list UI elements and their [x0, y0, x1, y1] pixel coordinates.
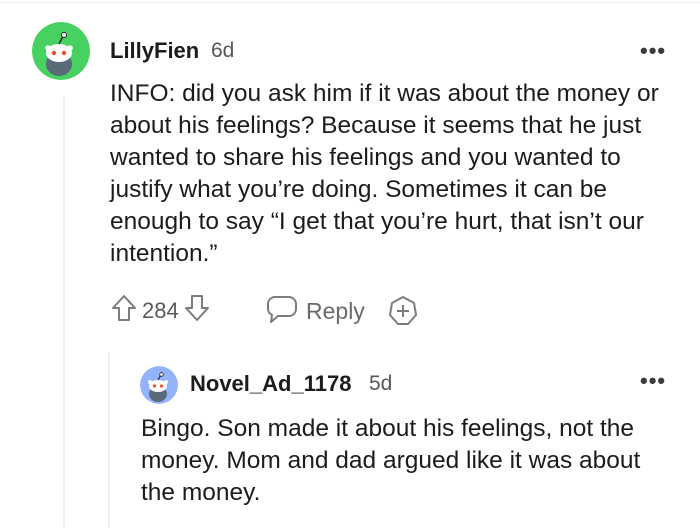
thread-line-reply[interactable] — [108, 352, 110, 528]
username[interactable]: Novel_Ad_1178 — [190, 371, 351, 397]
vote-count: 284 — [142, 297, 179, 323]
snoo-avatar-icon — [32, 22, 90, 80]
more-dots-icon: ••• — [640, 38, 667, 63]
snoo-avatar-icon — [140, 366, 178, 404]
thread-line[interactable] — [63, 96, 65, 528]
comment-body: Bingo. Son made it about his feelings, n… — [141, 415, 641, 506]
vote-bar: 284 — [110, 293, 211, 328]
more-dots-icon: ••• — [640, 368, 667, 393]
more-options-button[interactable]: ••• — [640, 38, 666, 64]
comment-body: INFO: did you ask him if it was about th… — [110, 80, 659, 267]
more-options-button[interactable]: ••• — [640, 368, 666, 394]
award-button[interactable] — [387, 295, 419, 332]
avatar[interactable] — [140, 366, 178, 404]
avatar[interactable] — [32, 22, 90, 80]
arrow-up-icon[interactable] — [110, 293, 138, 328]
chat-bubble-icon — [266, 294, 298, 329]
username[interactable]: LillyFien — [110, 38, 199, 64]
arrow-down-icon[interactable] — [183, 293, 211, 328]
reply-button[interactable]: Reply — [266, 294, 365, 329]
top-divider — [0, 2, 700, 3]
award-plus-icon — [387, 295, 419, 332]
reply-label: Reply — [306, 298, 365, 324]
timestamp: 6d — [211, 39, 235, 62]
timestamp: 5d — [369, 372, 393, 395]
